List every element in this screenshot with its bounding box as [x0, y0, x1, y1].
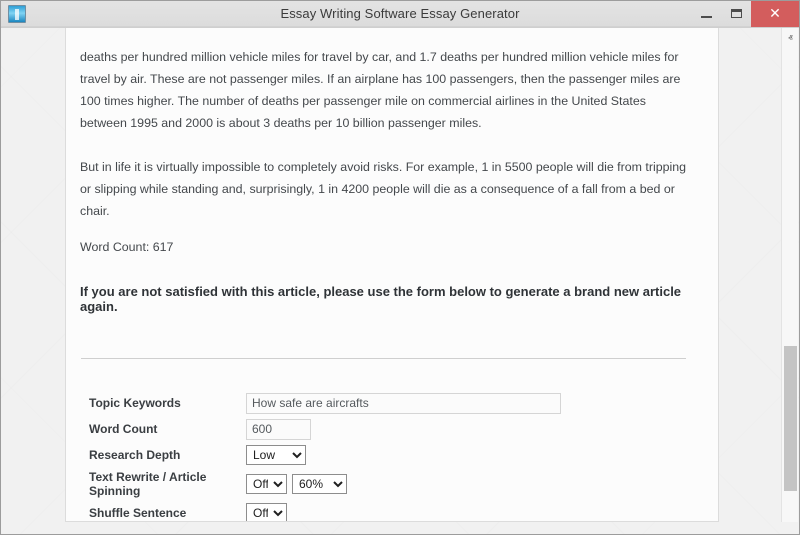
label-topic-keywords: Topic Keywords [89, 396, 246, 410]
maximize-button[interactable] [721, 1, 751, 27]
label-shuffle-sentence: Shuffle Sentence [89, 506, 246, 520]
form-row-topic-keywords: Topic Keywords [89, 392, 696, 414]
scrollbar-thumb[interactable] [784, 346, 797, 491]
scroll-down-icon[interactable]: ⱟ [782, 501, 799, 518]
essay-generator-form: Topic Keywords Word Count Research Depth [80, 392, 696, 522]
document-panel: deaths per hundred million vehicle miles… [65, 28, 719, 522]
text-rewrite-select[interactable]: Off [246, 474, 287, 494]
maximize-icon [731, 9, 742, 18]
window-controls: ✕ [691, 1, 799, 27]
vertical-scrollbar[interactable]: ⱏ ⱟ [781, 28, 798, 522]
article-paragraph: But in life it is virtually impossible t… [80, 156, 696, 222]
shuffle-sentence-select[interactable]: Off [246, 503, 287, 522]
field-text-rewrite: Off 60% [246, 474, 347, 494]
research-depth-select[interactable]: Low [246, 445, 306, 465]
scroll-up-icon[interactable]: ⱏ [782, 30, 799, 47]
article-paragraph: deaths per hundred million vehicle miles… [80, 46, 696, 134]
minimize-icon [701, 16, 712, 18]
monitor-icon [8, 5, 26, 23]
field-topic-keywords [246, 393, 561, 414]
spin-percentage-select[interactable]: 60% [292, 474, 347, 494]
form-row-word-count: Word Count [89, 418, 696, 440]
label-word-count: Word Count [89, 422, 246, 436]
regenerate-notice: If you are not satisfied with this artic… [80, 284, 696, 314]
word-count-text: Word Count: 617 [80, 240, 696, 254]
minimize-button[interactable] [691, 1, 721, 27]
window-body: deaths per hundred million vehicle miles… [1, 27, 799, 534]
document-content: deaths per hundred million vehicle miles… [66, 28, 718, 522]
close-button[interactable]: ✕ [751, 1, 799, 27]
word-count-input[interactable] [246, 419, 311, 440]
section-divider [81, 358, 686, 359]
field-shuffle-sentence: Off [246, 503, 287, 522]
field-word-count [246, 419, 311, 440]
label-text-rewrite: Text Rewrite / Article Spinning [89, 470, 246, 498]
application-window: Essay Writing Software Essay Generator ✕… [0, 0, 800, 535]
form-row-shuffle-sentence: Shuffle Sentence Off [89, 502, 696, 522]
field-research-depth: Low [246, 445, 306, 465]
title-bar: Essay Writing Software Essay Generator ✕ [1, 1, 799, 27]
window-title: Essay Writing Software Essay Generator [1, 6, 799, 21]
topic-keywords-input[interactable] [246, 393, 561, 414]
label-research-depth: Research Depth [89, 448, 246, 462]
form-row-text-rewrite: Text Rewrite / Article Spinning Off 60% [89, 470, 696, 498]
form-row-research-depth: Research Depth Low [89, 444, 696, 466]
